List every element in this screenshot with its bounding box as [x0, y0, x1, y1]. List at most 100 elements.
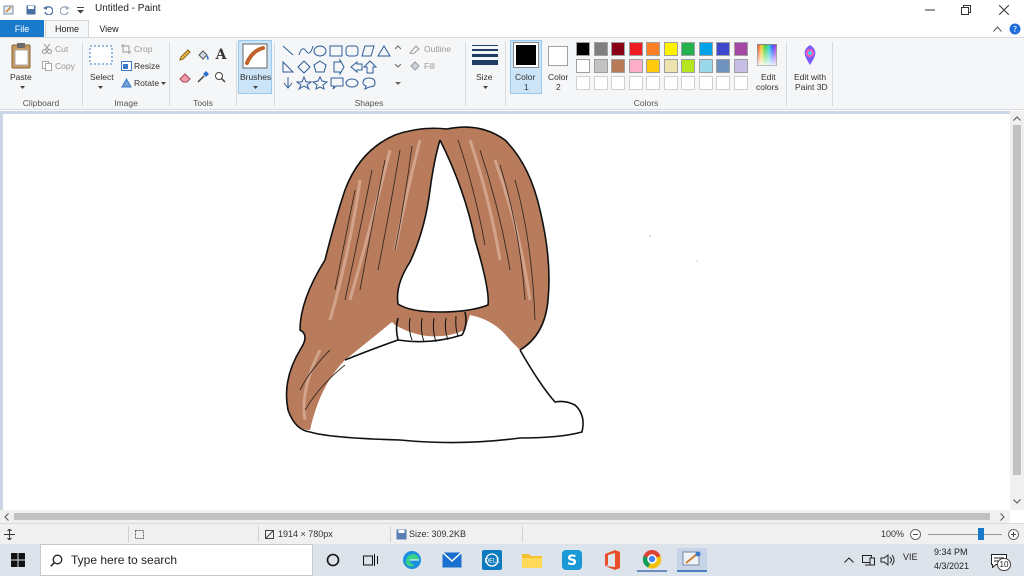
help-icon[interactable]: ?: [1008, 22, 1022, 36]
brushes-dropdown-icon[interactable]: [251, 84, 259, 90]
show-hidden-icons-icon[interactable]: [843, 554, 855, 566]
palette-color-swatch[interactable]: [716, 42, 730, 56]
palette-color-swatch[interactable]: [593, 42, 608, 56]
file-explorer-icon[interactable]: [517, 548, 547, 572]
palette-color-swatch[interactable]: [663, 42, 678, 56]
mail-icon[interactable]: [437, 548, 467, 572]
palette-custom-slot[interactable]: [576, 76, 590, 90]
edit-colors-button-line2[interactable]: colors: [756, 82, 779, 92]
zoom-out-icon[interactable]: [909, 528, 922, 541]
resize-button[interactable]: Resize: [134, 61, 160, 71]
palette-color-swatch[interactable]: [681, 59, 695, 73]
volume-icon[interactable]: [879, 553, 897, 567]
paste-button[interactable]: Paste: [10, 72, 32, 82]
palette-color-swatch[interactable]: [611, 42, 625, 56]
palette-custom-slot[interactable]: [681, 76, 695, 90]
palette-color-swatch[interactable]: [628, 42, 643, 56]
rotate-dropdown-icon[interactable]: [160, 81, 166, 86]
palette-color-swatch[interactable]: [593, 59, 608, 73]
palette-color-swatch[interactable]: [646, 59, 660, 73]
palette-custom-slot[interactable]: [716, 76, 730, 90]
redo-icon[interactable]: [59, 3, 71, 17]
paint-app-icon[interactable]: [2, 3, 16, 17]
palette-custom-slot[interactable]: [698, 76, 713, 90]
network-icon[interactable]: [861, 553, 875, 567]
horizontal-scrollbar[interactable]: [0, 510, 1010, 523]
palette-color-swatch[interactable]: [733, 59, 748, 73]
palette-color-swatch[interactable]: [611, 59, 625, 73]
copy-button[interactable]: Copy: [55, 61, 75, 71]
text-tool-icon[interactable]: A: [213, 46, 229, 62]
palette-color-swatch[interactable]: [576, 42, 590, 56]
color-picker-icon[interactable]: [196, 70, 210, 84]
undo-icon[interactable]: [42, 3, 54, 17]
cortana-icon[interactable]: [318, 548, 348, 572]
save-icon[interactable]: [25, 3, 37, 17]
collapse-ribbon-icon[interactable]: [990, 22, 1004, 36]
windows-start-icon[interactable]: [3, 548, 33, 572]
zoom-slider-thumb[interactable]: [978, 528, 985, 540]
palette-color-swatch[interactable]: [681, 42, 695, 56]
palette-color-swatch[interactable]: [663, 59, 678, 73]
taskbar-search-box[interactable]: Type here to search: [40, 544, 313, 576]
size-lines-icon[interactable]: [471, 43, 499, 67]
palette-color-swatch[interactable]: [698, 59, 713, 73]
edit-with-paint3d-button[interactable]: Edit with: [794, 72, 826, 82]
size-dropdown-icon[interactable]: [481, 84, 489, 90]
palette-color-swatch[interactable]: [646, 42, 660, 56]
language-indicator[interactable]: VIE: [903, 552, 918, 562]
edit-with-paint3d-button-line2[interactable]: Paint 3D: [795, 82, 828, 92]
zoom-slider[interactable]: [928, 528, 1002, 540]
eraser-icon[interactable]: [178, 70, 192, 84]
edit-colors-button[interactable]: Edit: [761, 72, 776, 82]
tab-home[interactable]: Home: [45, 20, 89, 37]
chrome-icon[interactable]: [637, 548, 667, 572]
paint3d-icon[interactable]: [799, 43, 821, 67]
select-button[interactable]: Select: [90, 72, 114, 82]
customize-toolbar-icon[interactable]: [75, 3, 85, 17]
palette-color-swatch[interactable]: [716, 59, 730, 73]
drawing-canvas[interactable]: [3, 114, 1010, 510]
tab-file[interactable]: File: [0, 20, 44, 37]
horizontal-scroll-thumb[interactable]: [14, 513, 990, 520]
office-icon[interactable]: [597, 548, 627, 572]
scroll-down-icon[interactable]: [1012, 497, 1022, 505]
scroll-left-icon[interactable]: [2, 512, 10, 521]
crop-button[interactable]: Crop: [134, 44, 152, 54]
shapes-gallery[interactable]: [280, 43, 394, 91]
scroll-up-icon[interactable]: [1012, 114, 1022, 122]
palette-custom-slot[interactable]: [628, 76, 643, 90]
pencil-icon[interactable]: [178, 48, 192, 62]
clock-date[interactable]: 4/3/2021: [934, 561, 969, 571]
palette-color-swatch[interactable]: [733, 42, 748, 56]
fill-bucket-icon[interactable]: [196, 48, 210, 62]
cut-button[interactable]: Cut: [55, 44, 68, 54]
palette-custom-slot[interactable]: [733, 76, 748, 90]
scroll-right-icon[interactable]: [998, 512, 1006, 521]
restore-button[interactable]: [946, 0, 986, 20]
dell-icon[interactable]: DELL: [477, 548, 507, 572]
palette-color-swatch[interactable]: [698, 42, 713, 56]
edge-icon[interactable]: [397, 548, 427, 572]
fill-button[interactable]: Fill: [424, 61, 435, 71]
paste-icon[interactable]: [9, 41, 33, 71]
palette-color-swatch[interactable]: [576, 59, 590, 73]
task-view-icon[interactable]: [356, 548, 386, 572]
magnifier-icon[interactable]: [213, 70, 227, 84]
palette-color-swatch[interactable]: [628, 59, 643, 73]
clock-time[interactable]: 9:34 PM: [934, 547, 968, 557]
paint-taskbar-icon[interactable]: [677, 548, 707, 572]
tab-view[interactable]: View: [90, 20, 128, 37]
outline-button[interactable]: Outline: [424, 44, 451, 54]
edit-colors-icon[interactable]: [756, 43, 778, 67]
vertical-scroll-thumb[interactable]: [1013, 125, 1021, 475]
shapes-scroll-icon[interactable]: [394, 44, 402, 90]
palette-custom-slot[interactable]: [663, 76, 678, 90]
select-icon[interactable]: [88, 44, 113, 66]
close-button[interactable]: [984, 0, 1024, 20]
size-button[interactable]: Size: [476, 72, 493, 82]
zoom-in-icon[interactable]: [1007, 528, 1020, 541]
rotate-button[interactable]: Rotate: [134, 78, 159, 88]
select-dropdown-icon[interactable]: [96, 84, 104, 90]
vertical-scrollbar[interactable]: [1010, 111, 1024, 510]
